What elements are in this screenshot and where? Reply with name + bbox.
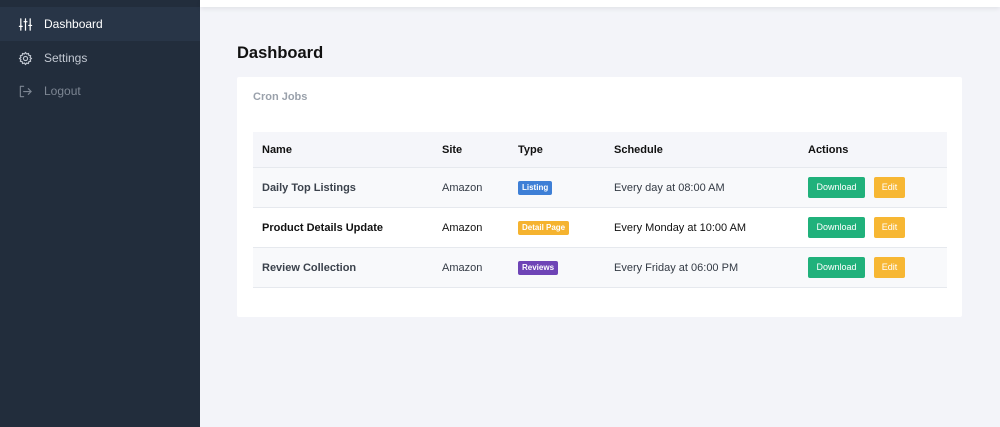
job-actions: Download Edit (808, 208, 905, 247)
job-schedule: Every Monday at 10:00 AM (614, 221, 747, 234)
table-row: Product Details Update Amazon Detail Pag… (253, 208, 947, 248)
type-badge: Detail Page (518, 220, 570, 235)
column-header-schedule: Schedule (614, 143, 663, 156)
sidebar-item-label: Logout (44, 84, 81, 98)
sidebar-item-label: Dashboard (44, 17, 103, 31)
edit-button[interactable]: Edit (874, 257, 905, 278)
sidebar-item-label: Settings (44, 51, 88, 65)
sliders-icon (18, 17, 33, 32)
sidebar-item-logout[interactable]: Logout (0, 74, 200, 108)
column-header-name: Name (262, 143, 292, 156)
table-header-row: Name Site Type Schedule Actions (253, 132, 947, 168)
edit-button[interactable]: Edit (874, 177, 905, 198)
job-schedule: Every day at 08:00 AM (614, 181, 725, 194)
sidebar: Dashboard Settings Logout (0, 0, 200, 427)
type-badge: Listing (518, 180, 553, 195)
cron-jobs-card: Cron Jobs Name Site Type Schedule Action… (237, 77, 962, 317)
job-site: Amazon (442, 261, 483, 274)
table-row: Review Collection Amazon Reviews Every F… (253, 248, 947, 288)
job-type: Detail Page (518, 208, 570, 247)
job-type: Reviews (518, 248, 559, 287)
job-name: Product Details Update (262, 221, 384, 234)
job-schedule: Every Friday at 06:00 PM (614, 261, 739, 274)
column-header-type: Type (518, 143, 543, 156)
edit-button[interactable]: Edit (874, 217, 905, 238)
job-actions: Download Edit (808, 248, 905, 287)
job-actions: Download Edit (808, 168, 905, 207)
card-title: Cron Jobs (253, 91, 308, 103)
job-name: Review Collection (262, 261, 357, 274)
job-name: Daily Top Listings (262, 181, 356, 194)
top-bar (200, 0, 1000, 7)
type-badge: Reviews (518, 260, 559, 275)
column-header-site: Site (442, 143, 463, 156)
column-header-actions: Actions (808, 143, 849, 156)
logout-icon (18, 84, 33, 99)
download-button[interactable]: Download (808, 257, 865, 278)
sidebar-item-dashboard[interactable]: Dashboard (0, 7, 200, 41)
job-site: Amazon (442, 221, 483, 234)
job-type: Listing (518, 168, 553, 207)
download-button[interactable]: Download (808, 177, 865, 198)
gear-icon (18, 51, 33, 66)
download-button[interactable]: Download (808, 217, 865, 238)
table-row: Daily Top Listings Amazon Listing Every … (253, 168, 947, 208)
sidebar-item-settings[interactable]: Settings (0, 41, 200, 75)
page-title: Dashboard (237, 44, 324, 62)
job-site: Amazon (442, 181, 483, 194)
